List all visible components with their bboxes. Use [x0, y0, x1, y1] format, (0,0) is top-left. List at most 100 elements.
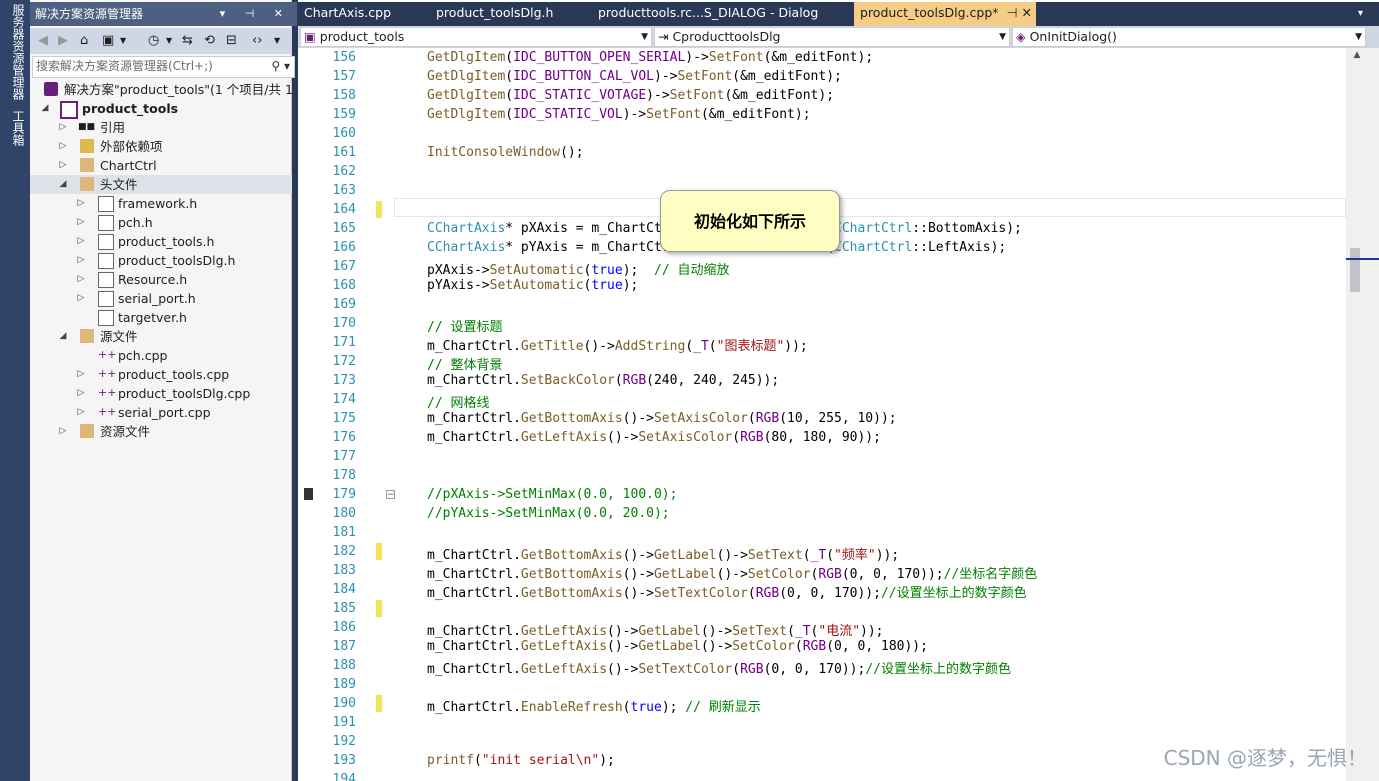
collapse-region-icon[interactable]: −	[386, 490, 395, 500]
solution-explorer: 解决方案资源管理器 ▾ ⊣ ✕ ◀ ▶ ⌂ ▣ ▼ ◷ ▼ ⇆ ⟲ ⊟ ‹› ▼…	[30, 0, 314, 781]
document-tabs: ChartAxis.cpp product_toolsDlg.h product…	[298, 2, 1379, 26]
search-icon[interactable]: ⚲ ▾	[271, 57, 290, 75]
line-number: 164	[332, 202, 356, 217]
solution-search-input[interactable]: 搜索解决方案资源管理器(Ctrl+;) ⚲ ▾	[32, 56, 295, 78]
toolbox-tab[interactable]: 工具箱	[6, 110, 25, 146]
collapsed-arrow-icon[interactable]: ▷	[76, 251, 86, 270]
tree-item-project[interactable]: ◢ product_tools	[30, 99, 292, 119]
scroll-up-icon[interactable]: ▲	[1350, 50, 1364, 64]
class-dropdown[interactable]: ⇥ CproducttoolsDlg ▼	[654, 27, 1010, 47]
tree-item-resource-files[interactable]: ▷ 资源文件	[30, 422, 292, 441]
line-number: 185	[332, 601, 356, 616]
tree-item-references[interactable]: ▷ ■■ 引用	[30, 118, 292, 137]
code-area[interactable]: 156 157 158 159 160 161 162 163 164 165 …	[298, 48, 1346, 781]
collapsed-arrow-icon[interactable]: ▷	[58, 156, 68, 175]
tree-item-file[interactable]: ▷ product_tools.h	[30, 232, 292, 251]
tree-item-file[interactable]: ▷ ++ product_tools.cpp	[30, 365, 292, 384]
chevron-down-icon[interactable]: ▼	[166, 32, 172, 50]
project-icon	[60, 101, 78, 119]
back-icon[interactable]: ◀	[38, 32, 48, 50]
expand-arrow-icon[interactable]: ◢	[40, 99, 50, 118]
collapsed-arrow-icon[interactable]: ▷	[76, 232, 86, 251]
sync-icon[interactable]: ⇆	[182, 32, 193, 50]
chevron-down-icon[interactable]: ▼	[120, 32, 126, 50]
code-line: m_ChartCtrl.GetBottomAxis()->GetLabel()-…	[427, 567, 1038, 582]
line-number: 170	[332, 316, 356, 331]
panel-controls[interactable]: ▾ ⊣ ✕	[220, 2, 291, 26]
line-number: 165	[332, 221, 356, 236]
class-icon: ⇥	[658, 29, 673, 44]
refresh-icon[interactable]: ⟲	[204, 32, 215, 50]
cpp-file-icon: ++	[98, 348, 117, 361]
tree-item-file[interactable]: ▷ framework.h	[30, 194, 292, 213]
chevron-down-icon: ▼	[641, 32, 648, 42]
collapsed-arrow-icon[interactable]: ▷	[76, 213, 86, 232]
home-icon[interactable]: ⌂	[80, 32, 88, 50]
header-file-icon	[98, 234, 114, 250]
scroll-position-marker	[1346, 258, 1379, 260]
collapsed-arrow-icon[interactable]: ▷	[58, 422, 68, 441]
scrollbar-thumb[interactable]	[1350, 248, 1360, 292]
line-number: 194	[332, 772, 356, 781]
method-dropdown[interactable]: ◈ OnInitDialog() ▼	[1012, 27, 1366, 47]
header-file-icon	[98, 215, 114, 231]
tab-pin-close-icon[interactable]: ⊣ ✕	[1007, 2, 1032, 24]
tab-product-toolsdlg-h[interactable]: product_toolsDlg.h	[430, 2, 590, 24]
tree-item-file[interactable]: ▷ product_toolsDlg.h	[30, 251, 292, 270]
code-line: m_ChartCtrl.GetLeftAxis()->SetAxisColor(…	[427, 430, 881, 445]
code-line: pYAxis->SetAutomatic(true);	[427, 278, 639, 293]
bookmark-icon[interactable]	[304, 488, 313, 500]
expand-arrow-icon[interactable]: ◢	[58, 175, 68, 194]
left-tool-strip: 服务器资源管理器 工具箱	[0, 0, 30, 781]
line-number: 171	[332, 335, 356, 350]
tree-item-file[interactable]: targetver.h	[30, 308, 292, 327]
collapse-all-icon[interactable]: ⊟	[226, 32, 237, 50]
line-number: 156	[332, 50, 356, 65]
code-line: m_ChartCtrl.EnableRefresh(true); // 刷新显示	[427, 700, 761, 715]
line-number: 191	[332, 715, 356, 730]
collapsed-arrow-icon[interactable]: ▷	[76, 194, 86, 213]
project-dropdown[interactable]: ▣ product_tools ▼	[300, 27, 652, 47]
pending-changes-icon[interactable]: ◷	[148, 32, 159, 50]
tab-chartaxis-cpp[interactable]: ChartAxis.cpp	[298, 2, 428, 24]
code-line: pXAxis->SetAutomatic(true); // 自动缩放	[427, 263, 730, 278]
collapsed-arrow-icon[interactable]: ▷	[58, 137, 68, 156]
tree-item-external-deps[interactable]: ▷ 外部依赖项	[30, 137, 292, 156]
switch-views-icon[interactable]: ▣	[102, 32, 114, 50]
code-line: m_ChartCtrl.GetLeftAxis()->GetLabel()->S…	[427, 624, 884, 639]
tree-item-source-files[interactable]: ◢ 源文件	[30, 327, 292, 346]
tree-item-file[interactable]: ▷ Resource.h	[30, 270, 292, 289]
chevron-down-icon[interactable]: ▼	[274, 32, 280, 50]
collapsed-arrow-icon[interactable]: ▷	[76, 384, 86, 403]
code-line: printf("init serial\n");	[427, 753, 615, 768]
expand-arrow-icon[interactable]: ◢	[58, 327, 68, 346]
line-number: 166	[332, 240, 356, 255]
filter-folder-icon	[80, 424, 94, 438]
chevron-down-icon: ▼	[999, 32, 1006, 42]
tree-item-file[interactable]: ++ pch.cpp	[30, 346, 292, 365]
collapsed-arrow-icon[interactable]: ▷	[58, 118, 68, 137]
line-number: 186	[332, 620, 356, 635]
tree-item-file[interactable]: ▷ ++ serial_port.cpp	[30, 403, 292, 422]
tab-overflow-icon[interactable]: ▾	[1358, 2, 1363, 26]
tree-item-header-files[interactable]: ◢ 头文件	[30, 175, 292, 194]
line-number: 161	[332, 145, 356, 160]
collapsed-arrow-icon[interactable]: ▷	[76, 403, 86, 422]
code-view-icon[interactable]: ‹›	[252, 32, 262, 50]
tab-product-toolsdlg-cpp[interactable]: product_toolsDlg.cpp* ⊣ ✕	[854, 2, 1036, 26]
solution-explorer-title: 解决方案资源管理器 ▾ ⊣ ✕	[30, 2, 297, 26]
line-number: 173	[332, 373, 356, 388]
code-line: //pXAxis->SetMinMax(0.0, 100.0);	[427, 487, 678, 502]
forward-icon[interactable]: ▶	[58, 32, 68, 50]
tab-rc-dialog[interactable]: producttools.rc...S_DIALOG - Dialog	[592, 2, 852, 24]
tree-item-solution[interactable]: 解决方案"product_tools"(1 个项目/共 1 个)	[30, 80, 314, 99]
tree-item-file[interactable]: ▷ pch.h	[30, 213, 292, 232]
tree-item-chartctrl[interactable]: ▷ ChartCtrl	[30, 156, 292, 175]
collapsed-arrow-icon[interactable]: ▷	[76, 365, 86, 384]
server-explorer-tab[interactable]: 服务器资源管理器	[6, 4, 25, 100]
tree-item-file[interactable]: ▷ ++ product_toolsDlg.cpp	[30, 384, 292, 403]
vertical-scrollbar[interactable]: ▲	[1346, 48, 1379, 781]
collapsed-arrow-icon[interactable]: ▷	[76, 270, 86, 289]
collapsed-arrow-icon[interactable]: ▷	[76, 289, 86, 308]
tree-item-file[interactable]: ▷ serial_port.h	[30, 289, 292, 308]
